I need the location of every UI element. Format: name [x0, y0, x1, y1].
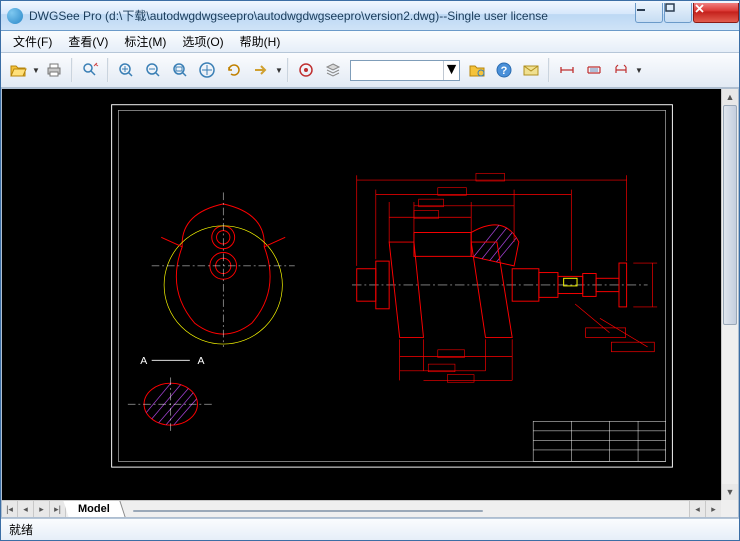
browse-folder-icon	[468, 61, 486, 79]
scroll-corner	[721, 500, 738, 517]
svg-text:A: A	[197, 356, 204, 367]
dim-linear-button[interactable]	[554, 57, 580, 83]
drawing-canvas[interactable]: A A	[1, 88, 739, 518]
scroll-right-icon[interactable]: ▸	[705, 501, 721, 517]
scrollbar-horizontal[interactable]: |◂ ◂ ▸ ▸| Model ◂ ▸	[2, 500, 721, 517]
app-window: DWGSee Pro (d:\下载\autodwgdwgseepro\autod…	[0, 0, 740, 541]
zoom-window-button[interactable]	[167, 57, 193, 83]
dimension-baseline-icon	[612, 61, 630, 79]
print-button[interactable]	[41, 57, 67, 83]
layers-icon	[324, 61, 342, 79]
open-button[interactable]	[5, 57, 31, 83]
target-icon	[297, 61, 315, 79]
tab-nav: |◂ ◂ ▸ ▸|	[2, 501, 66, 517]
menu-view[interactable]: 查看(V)	[60, 31, 116, 52]
close-button[interactable]	[693, 3, 739, 23]
tab-next-icon[interactable]: ▸	[34, 501, 50, 517]
maximize-button[interactable]	[664, 3, 692, 23]
tab-prev-icon[interactable]: ◂	[18, 501, 34, 517]
status-text: 就绪	[9, 521, 33, 538]
layer-combo[interactable]: ▼	[350, 60, 460, 81]
zoom-in-button[interactable]	[113, 57, 139, 83]
scroll-up-icon[interactable]: ▲	[722, 89, 738, 105]
tab-model-label: Model	[78, 503, 110, 515]
find-button[interactable]	[77, 57, 103, 83]
window-title: DWGSee Pro (d:\下载\autodwgdwgseepro\autod…	[29, 7, 634, 24]
scroll-left-icon[interactable]: ◂	[689, 501, 705, 517]
zoom-extents-button[interactable]	[194, 57, 220, 83]
zoom-out-icon	[144, 61, 162, 79]
rotate-icon	[225, 61, 243, 79]
arrow-button[interactable]	[248, 57, 274, 83]
open-folder-icon	[9, 61, 27, 79]
statusbar: 就绪	[1, 518, 739, 540]
scrollbar-vertical[interactable]: ▲ ▼	[721, 89, 738, 500]
svg-text:?: ?	[501, 65, 508, 77]
zoom-out-button[interactable]	[140, 57, 166, 83]
layers-button[interactable]	[320, 57, 346, 83]
mail-icon	[522, 61, 540, 79]
dimension-linear-icon	[558, 61, 576, 79]
tab-first-icon[interactable]: |◂	[2, 501, 18, 517]
rotate-button[interactable]	[221, 57, 247, 83]
section-label: A	[140, 356, 147, 367]
menu-help[interactable]: 帮助(H)	[232, 31, 289, 52]
zoom-window-icon	[171, 61, 189, 79]
find-icon	[81, 61, 99, 79]
open-dropdown[interactable]: ▼	[32, 60, 40, 80]
cad-drawing: A A	[12, 99, 711, 490]
scroll-down-icon[interactable]: ▼	[722, 484, 738, 500]
app-icon	[7, 8, 23, 24]
zoom-in-icon	[117, 61, 135, 79]
browse-button[interactable]	[464, 57, 490, 83]
separator	[107, 58, 109, 82]
separator	[287, 58, 289, 82]
tab-model[interactable]: Model	[63, 501, 125, 517]
print-icon	[45, 61, 63, 79]
toolbar: ▼ ▼ ▼ ? ▼	[1, 53, 739, 88]
dim-baseline-button[interactable]	[608, 57, 634, 83]
menubar: 文件(F) 查看(V) 标注(M) 选项(O) 帮助(H)	[1, 31, 739, 53]
dim-dropdown[interactable]: ▼	[635, 60, 643, 80]
mail-button[interactable]	[518, 57, 544, 83]
dimension-aligned-icon	[585, 61, 603, 79]
chevron-down-icon: ▼	[443, 61, 459, 80]
menu-file[interactable]: 文件(F)	[5, 31, 60, 52]
help-button[interactable]: ?	[491, 57, 517, 83]
dim-aligned-button[interactable]	[581, 57, 607, 83]
arrow-dropdown[interactable]: ▼	[275, 60, 283, 80]
help-icon: ?	[495, 61, 513, 79]
separator	[71, 58, 73, 82]
menu-options[interactable]: 选项(O)	[174, 31, 231, 52]
minimize-button[interactable]	[635, 3, 663, 23]
scroll-thumb-h[interactable]	[133, 510, 483, 512]
titlebar[interactable]: DWGSee Pro (d:\下载\autodwgdwgseepro\autod…	[1, 1, 739, 31]
scroll-thumb-v[interactable]	[723, 105, 737, 325]
arrow-right-icon	[252, 61, 270, 79]
target-button[interactable]	[293, 57, 319, 83]
window-controls	[634, 3, 739, 23]
menu-markup[interactable]: 标注(M)	[116, 31, 174, 52]
zoom-extents-icon	[198, 61, 216, 79]
separator	[548, 58, 550, 82]
